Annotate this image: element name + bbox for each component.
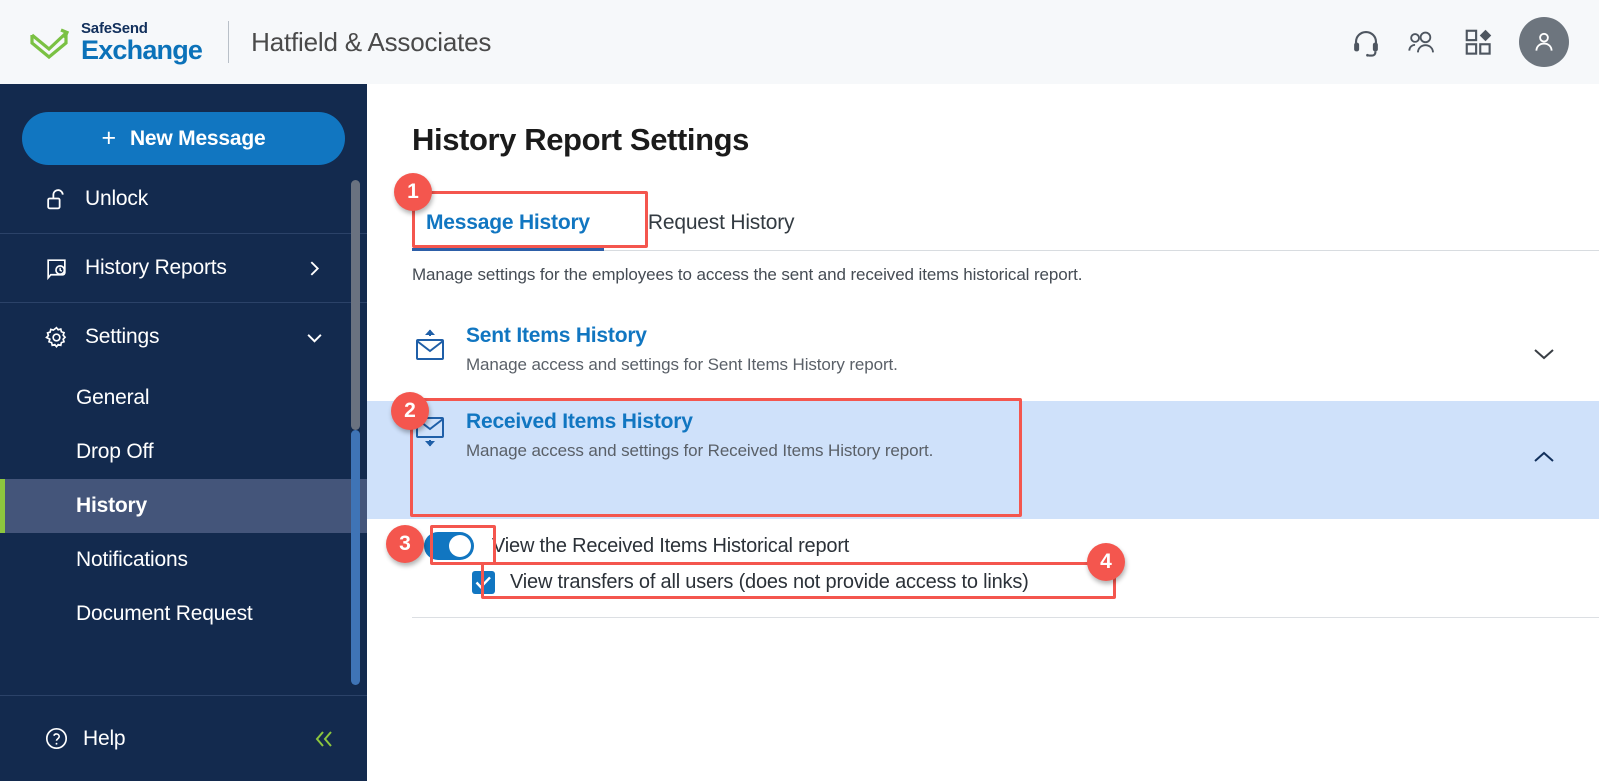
sidebar-subitem-document-request-label: Document Request <box>76 602 253 625</box>
safesend-logo-icon <box>30 28 70 60</box>
toggle-knob <box>449 535 471 557</box>
view-transfers-checkbox-row: View transfers of all users (does not pr… <box>472 571 1029 594</box>
chevron-up-icon[interactable] <box>1531 449 1557 465</box>
sidebar-item-history-reports[interactable]: History Reports <box>0 234 367 302</box>
unlock-icon <box>47 188 64 209</box>
view-received-items-toggle-label: View the Received Items Historical repor… <box>492 534 850 557</box>
history-tabs: Message History Request History <box>412 195 1599 251</box>
view-received-items-toggle-row: View the Received Items Historical repor… <box>424 532 849 560</box>
sidebar-subitem-history[interactable]: History <box>0 479 367 533</box>
chevron-down-icon[interactable] <box>1531 346 1557 362</box>
sent-items-history-text: Sent Items History Manage access and set… <box>466 324 898 375</box>
brand-area[interactable]: SafeSend Exchange <box>0 19 203 65</box>
new-message-button[interactable]: + New Message <box>22 112 345 165</box>
apps-grid-icon[interactable] <box>1463 27 1493 57</box>
users-icon[interactable] <box>1407 27 1437 57</box>
sidebar-scrollbar-thumb-lower[interactable] <box>351 430 360 685</box>
chevron-right-icon <box>310 260 320 276</box>
headset-icon[interactable] <box>1351 27 1381 57</box>
sidebar-subitem-document-request[interactable]: Document Request <box>0 587 367 641</box>
sidebar-footer: Help <box>0 695 367 781</box>
user-avatar-icon <box>1535 32 1553 51</box>
logo-top-text: SafeSend <box>81 19 148 37</box>
sent-items-history-title[interactable]: Sent Items History <box>466 324 898 348</box>
view-transfers-checkbox-label: View transfers of all users (does not pr… <box>510 571 1029 593</box>
avatar[interactable] <box>1519 17 1569 67</box>
envelope-down-icon <box>416 417 444 447</box>
tab-request-history[interactable]: Request History <box>634 211 808 250</box>
received-items-history-section[interactable]: Received Items History Manage access and… <box>367 401 1599 519</box>
received-items-history-desc: Manage access and settings for Received … <box>466 441 934 460</box>
intro-text: Manage settings for the employees to acc… <box>412 265 1083 284</box>
sidebar-item-settings-label: Settings <box>85 325 160 348</box>
double-chevron-left-icon[interactable] <box>311 728 337 750</box>
bottom-divider <box>412 617 1599 618</box>
top-bar: SafeSend Exchange Hatfield & Associates <box>0 0 1599 84</box>
sidebar-item-settings[interactable]: Settings <box>0 303 367 371</box>
sidebar-subitem-drop-off-label: Drop Off <box>76 440 154 463</box>
organization-name: Hatfield & Associates <box>251 26 492 57</box>
received-items-history-text: Received Items History Manage access and… <box>466 410 933 461</box>
history-report-icon <box>47 258 66 280</box>
sidebar-item-history-reports-label: History Reports <box>85 256 227 279</box>
sidebar-subitem-general-label: General <box>76 386 150 409</box>
gear-icon <box>45 326 67 348</box>
checkmark-icon <box>475 576 491 589</box>
top-bar-actions <box>1351 17 1599 67</box>
brand-divider <box>228 21 230 63</box>
new-message-label: New Message <box>129 126 266 150</box>
sidebar-subitem-notifications-label: Notifications <box>76 548 188 571</box>
sidebar-item-unlock-label: Unlock <box>85 187 148 210</box>
page-title: History Report Settings <box>412 122 750 157</box>
sidebar-subitem-history-label: History <box>76 494 147 517</box>
tab-message-history[interactable]: Message History <box>412 211 604 251</box>
sent-items-history-section[interactable]: Sent Items History Manage access and set… <box>412 324 1599 401</box>
main-content: History Report Settings Message History … <box>367 84 1599 781</box>
new-message-wrap: + New Message <box>0 84 367 165</box>
question-circle-icon <box>45 727 68 750</box>
received-items-history-title[interactable]: Received Items History <box>466 410 933 434</box>
app-root: SafeSend Exchange Hatfield & Associates <box>0 0 1599 781</box>
view-received-items-toggle[interactable] <box>424 532 474 560</box>
sidebar-subitem-notifications[interactable]: Notifications <box>0 533 367 587</box>
sidebar-help-label: Help <box>83 726 126 750</box>
sidebar-scrollbar-thumb-upper[interactable] <box>351 180 360 430</box>
view-transfers-checkbox[interactable] <box>472 571 495 594</box>
sent-items-history-desc: Manage access and settings for Sent Item… <box>466 355 898 374</box>
sidebar: + New Message Unlock History Reports Set… <box>0 84 367 781</box>
logo-bottom-text: Exchange <box>81 34 203 65</box>
plus-icon: + <box>101 124 117 152</box>
chevron-down-icon <box>307 333 322 343</box>
sidebar-subitem-general[interactable]: General <box>0 371 367 425</box>
sidebar-subitem-drop-off[interactable]: Drop Off <box>0 425 367 479</box>
brand-logo-text: SafeSend Exchange <box>81 19 203 65</box>
sidebar-item-help[interactable]: Help <box>44 726 126 751</box>
envelope-up-icon <box>416 329 444 360</box>
sidebar-item-unlock[interactable]: Unlock <box>0 165 367 233</box>
